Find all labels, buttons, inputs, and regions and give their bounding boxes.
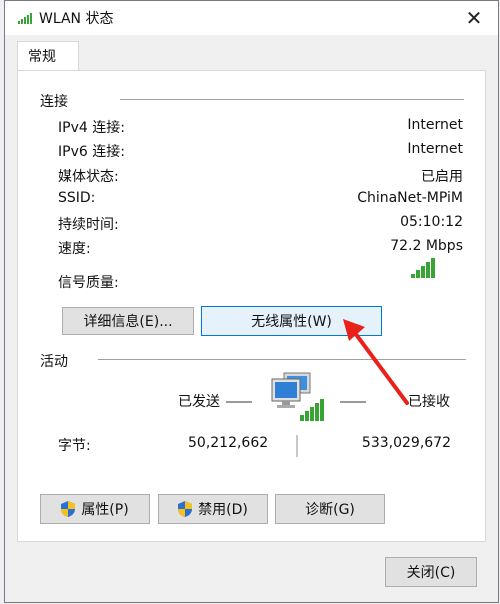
sent-label: 已发送: [178, 394, 220, 410]
ipv6-label: IPv6 连接:: [58, 144, 125, 160]
media-state-value: 已启用: [421, 169, 463, 185]
ssid-label: SSID:: [58, 190, 96, 206]
disable-button-label: 禁用(D): [198, 502, 248, 518]
wifi-signal-icon: [18, 13, 32, 24]
details-button[interactable]: 详细信息(E)...: [62, 307, 194, 335]
bytes-received-value: 533,029,672: [361, 435, 451, 451]
signal-bar: [411, 274, 415, 278]
signal-strength-icon: [411, 258, 435, 278]
signal-bar: [426, 262, 430, 278]
activity-group-title: 活动: [40, 351, 74, 371]
bytes-separator: [296, 435, 298, 457]
connection-group-line: [120, 99, 464, 100]
ipv4-label: IPv4 连接:: [58, 120, 125, 136]
diagnose-button[interactable]: 诊断(G): [275, 494, 385, 524]
wlan-status-dialog: WLAN 状态 ✕ 常规 连接 IPv4 连接: Internet IPv6 连…: [4, 0, 499, 603]
properties-button[interactable]: 属性(P): [40, 494, 150, 524]
ipv4-value: Internet: [407, 117, 463, 133]
signal-bar: [431, 258, 435, 278]
properties-button-label: 属性(P): [81, 502, 129, 518]
close-button[interactable]: 关闭(C): [385, 557, 477, 587]
disable-button[interactable]: 禁用(D): [158, 494, 268, 524]
general-panel: 连接 IPv4 连接: Internet IPv6 连接: Internet 媒…: [17, 70, 486, 542]
ipv6-value: Internet: [407, 141, 463, 157]
window-title: WLAN 状态: [39, 11, 114, 27]
ssid-value: ChinaNet-MPiM: [357, 190, 463, 206]
network-computers-icon: [271, 372, 324, 421]
uac-shield-icon: [61, 501, 76, 517]
connection-group-title: 连接: [40, 91, 74, 111]
signal-bar: [421, 266, 425, 278]
duration-value: 05:10:12: [400, 214, 463, 230]
title-bar[interactable]: WLAN 状态 ✕: [5, 1, 498, 35]
close-icon[interactable]: ✕: [462, 6, 486, 30]
red-arrow-annotation: [343, 319, 409, 405]
bytes-label: 字节:: [58, 438, 91, 454]
speed-label: 速度:: [58, 241, 91, 257]
signal-quality-label: 信号质量:: [58, 275, 119, 291]
signal-bar: [416, 270, 420, 278]
tab-general[interactable]: 常规: [17, 41, 79, 71]
media-state-label: 媒体状态:: [58, 169, 119, 185]
speed-value: 72.2 Mbps: [390, 238, 463, 254]
bytes-sent-value: 50,212,662: [188, 435, 269, 451]
sent-dash: [226, 401, 252, 403]
duration-label: 持续时间:: [58, 217, 119, 233]
uac-shield-icon: [178, 501, 193, 517]
